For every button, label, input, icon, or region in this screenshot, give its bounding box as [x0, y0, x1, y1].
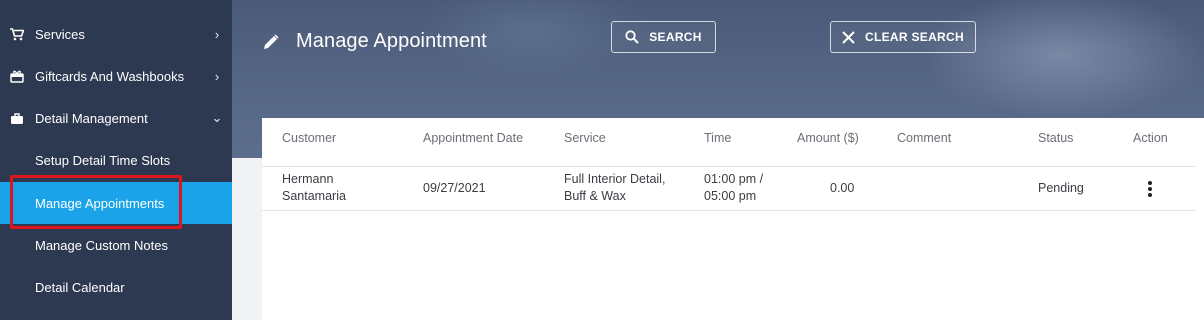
sidebar-subitem-label: Detail Calendar: [35, 279, 125, 295]
chevron-down-icon: ⌄: [211, 110, 223, 125]
service-second-line: Buff & Wax: [564, 189, 626, 203]
page-title: Manage Appointment: [296, 30, 487, 52]
sidebar-item-label: Detail Management: [35, 110, 148, 126]
kebab-dot: [1148, 193, 1152, 197]
column-header-status[interactable]: Status: [1038, 131, 1073, 145]
sidebar: Services › Giftcards And Washbooks › Det…: [0, 0, 232, 320]
column-header-action: Action: [1133, 131, 1168, 145]
cell-amount: 0.00: [830, 181, 855, 195]
clear-search-button-label: CLEAR SEARCH: [865, 30, 964, 44]
page-header: Manage Appointment: [262, 30, 487, 53]
kebab-dot: [1148, 187, 1152, 191]
appointments-table-card: [262, 118, 1204, 320]
highlight-annotation-box: [10, 175, 182, 229]
time-start: 01:00 pm /: [704, 172, 764, 186]
time-end: 05:00 pm: [704, 189, 757, 203]
kebab-dot: [1148, 181, 1152, 185]
table-header-divider: [262, 166, 1196, 167]
sidebar-item-services[interactable]: Services ›: [0, 13, 232, 55]
cell-customer: Hermann Santamaria: [282, 171, 346, 205]
search-icon: [625, 30, 639, 44]
chevron-right-icon: ›: [214, 68, 220, 84]
row-actions-menu-icon[interactable]: [1142, 179, 1158, 199]
sidebar-subitem-detail-calendar[interactable]: Detail Calendar: [0, 266, 232, 308]
cart-icon: [9, 26, 25, 42]
column-header-customer[interactable]: Customer: [282, 131, 336, 145]
pencil-icon: [264, 33, 279, 49]
customer-first-line: Hermann: [282, 172, 334, 186]
customer-second-line: Santamaria: [282, 189, 346, 203]
sidebar-item-giftcards[interactable]: Giftcards And Washbooks ›: [0, 55, 232, 97]
column-header-time[interactable]: Time: [704, 131, 731, 145]
sidebar-item-label: Services: [35, 26, 85, 42]
cell-status: Pending: [1038, 181, 1084, 195]
cell-service: Full Interior Detail, Buff & Wax: [564, 171, 665, 205]
search-button[interactable]: SEARCH: [611, 21, 716, 53]
chevron-right-icon: ›: [214, 26, 220, 42]
gift-icon: [9, 68, 25, 84]
column-header-service[interactable]: Service: [564, 131, 606, 145]
close-icon: [842, 30, 855, 44]
sidebar-subitem-label: Manage Custom Notes: [35, 237, 168, 253]
sidebar-item-detail-management[interactable]: Detail Management ⌄: [0, 97, 232, 139]
cell-appointment-date: 09/27/2021: [423, 181, 486, 195]
sidebar-subitem-manage-custom-notes[interactable]: Manage Custom Notes: [0, 224, 232, 266]
table-row-divider: [262, 210, 1196, 211]
clear-search-button[interactable]: CLEAR SEARCH: [830, 21, 976, 53]
sidebar-subitem-label: Setup Detail Time Slots: [35, 152, 171, 168]
service-first-line: Full Interior Detail,: [564, 172, 666, 186]
column-header-appointment-date[interactable]: Appointment Date: [423, 131, 523, 145]
column-header-amount[interactable]: Amount ($): [797, 131, 859, 145]
briefcase-icon: [9, 110, 25, 126]
app-root: Services › Giftcards And Washbooks › Det…: [0, 0, 1204, 320]
sidebar-item-label: Giftcards And Washbooks: [35, 68, 185, 84]
cell-time: 01:00 pm / 05:00 pm: [704, 171, 763, 205]
search-button-label: SEARCH: [649, 30, 702, 44]
column-header-comment[interactable]: Comment: [897, 131, 951, 145]
